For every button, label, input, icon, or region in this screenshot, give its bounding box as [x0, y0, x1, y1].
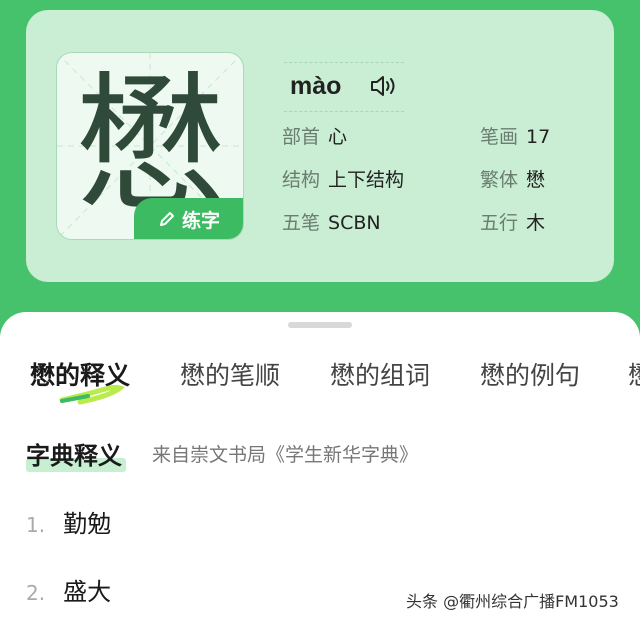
sheet-drag-handle[interactable] [288, 322, 352, 328]
tab-examples[interactable]: 懋的例句 [480, 356, 580, 392]
info-value: 上下结构 [328, 169, 405, 191]
info-value: 木 [526, 212, 546, 234]
character-card: 懋 练字 mào 部首心 笔画 17 结构 上下结构 繁体懋 五笔 SCBN 五行木 [26, 10, 614, 282]
definition-number: 2. [26, 581, 46, 605]
info-key: 结构 [282, 169, 321, 191]
pencil-icon [159, 212, 174, 226]
info-traditional: 繁体懋 [480, 165, 545, 192]
info-wuxing: 五行木 [480, 208, 545, 235]
tab-more[interactable]: 懋 [628, 356, 640, 392]
info-key: 繁体 [480, 169, 519, 191]
tab-words[interactable]: 懋的组词 [330, 356, 430, 392]
info-key: 五行 [480, 212, 519, 234]
speaker-icon[interactable] [370, 74, 398, 98]
practice-label: 练字 [181, 209, 220, 232]
info-key: 五笔 [282, 212, 321, 234]
active-tab-indicator [59, 384, 126, 405]
dictionary-title: 字典释义 [26, 442, 122, 470]
definition-text: 勤勉 [63, 510, 112, 538]
tab-stroke-order[interactable]: 懋的笔顺 [180, 356, 280, 392]
info-value: 心 [328, 126, 348, 148]
definition-item: 2. 盛大 [26, 572, 111, 607]
pinyin-text: mào [290, 72, 342, 100]
practice-button[interactable]: 练字 [134, 198, 243, 239]
info-key: 笔画 [480, 126, 519, 148]
info-radical: 部首心 [282, 122, 347, 149]
dictionary-source: 来自崇文书局《学生新华字典》 [152, 444, 419, 466]
definition-item: 1. 勤勉 [26, 504, 111, 539]
info-value: SCBN [328, 212, 381, 234]
info-value: 懋 [526, 169, 546, 191]
definition-number: 1. [26, 513, 46, 537]
info-strokes: 笔画 17 [480, 122, 550, 149]
info-value: 17 [526, 126, 551, 148]
info-wubi: 五笔 SCBN [282, 208, 381, 235]
watermark: 头条 @衢州综合广播FM1053 [406, 592, 619, 611]
info-key: 部首 [282, 126, 321, 148]
character-box[interactable]: 懋 练字 [56, 52, 244, 240]
definition-text: 盛大 [63, 578, 112, 606]
pinyin-row: mào [284, 62, 404, 112]
info-structure: 结构 上下结构 [282, 165, 404, 192]
